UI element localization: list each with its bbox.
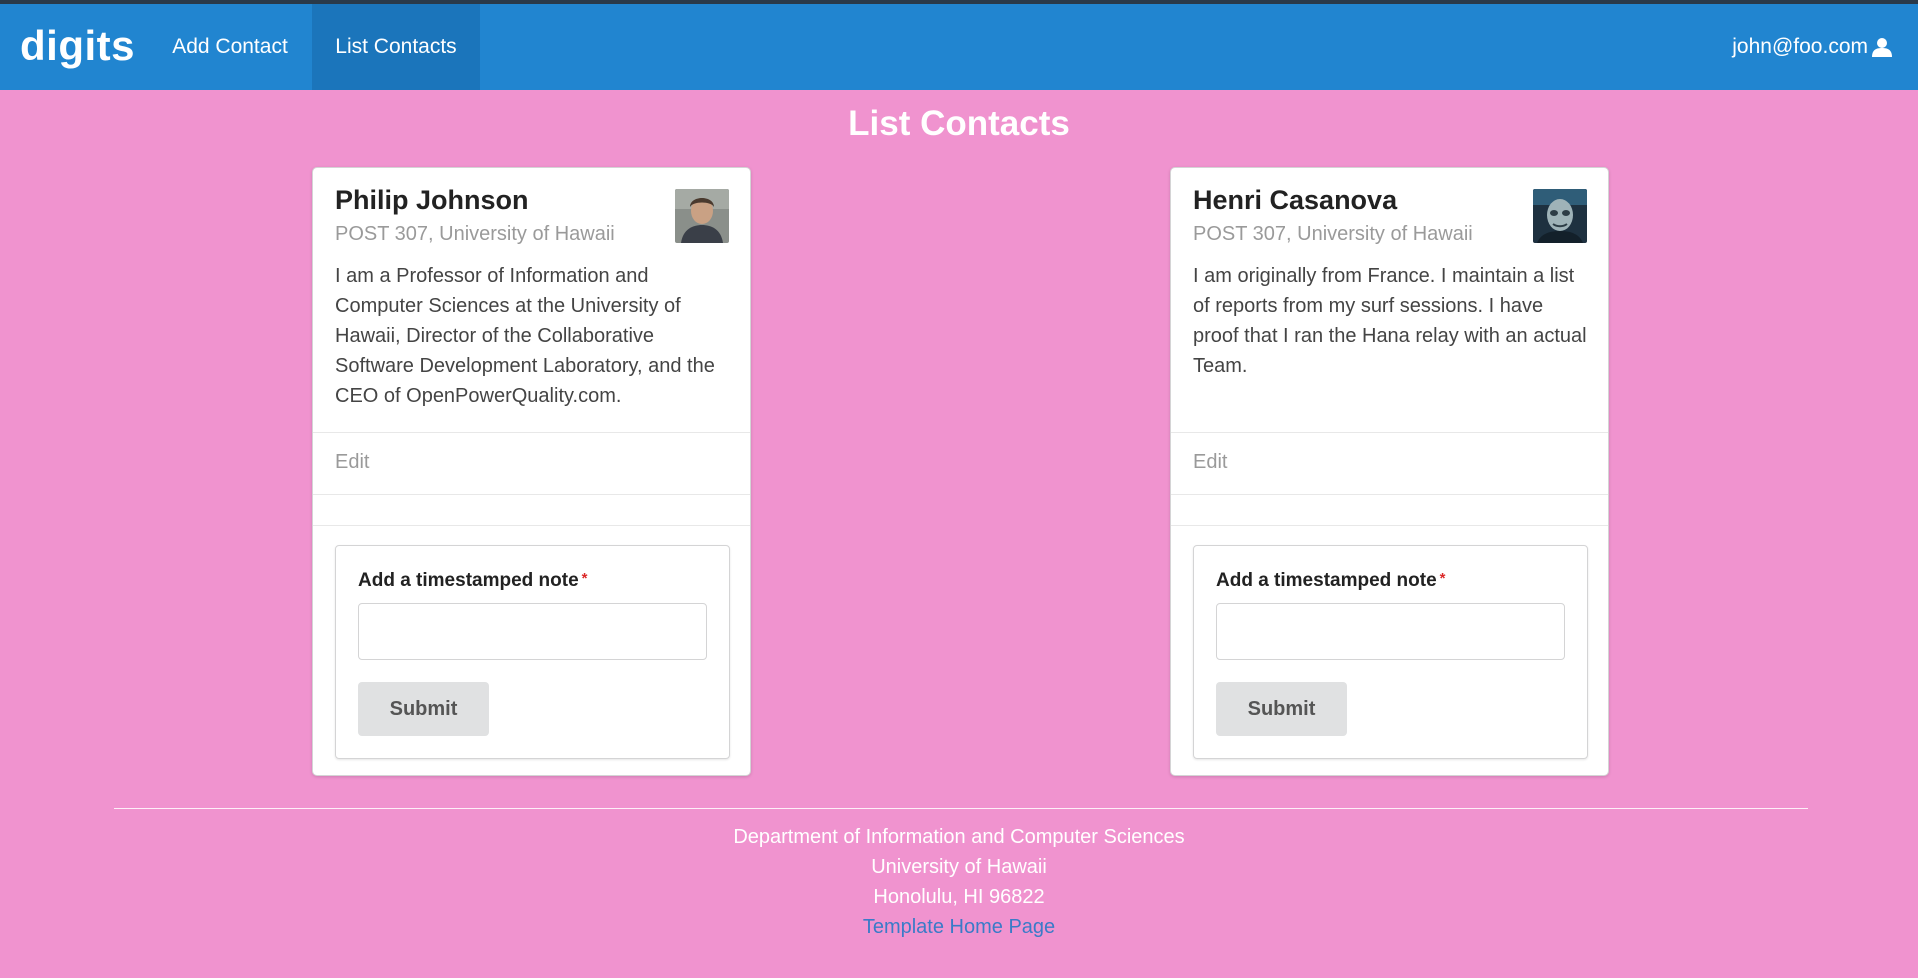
contact-name: Henri Casanova: [1193, 185, 1398, 215]
note-label: Add a timestamped note *: [358, 570, 588, 591]
divider: [1171, 525, 1608, 526]
template-home-link[interactable]: Template Home Page: [0, 912, 1918, 942]
contact-description: I am originally from France. I maintain …: [1193, 265, 1587, 377]
required-mark: *: [581, 570, 588, 587]
page-title: List Contacts: [848, 104, 1070, 143]
footer-line-address: Honolulu, HI 96822: [873, 886, 1045, 908]
divider: [313, 525, 750, 526]
divider: [313, 494, 750, 495]
user-menu[interactable]: john@foo.com: [1732, 4, 1892, 90]
contact-address: POST 307, University of Hawaii: [1193, 223, 1473, 245]
user-icon: [1872, 38, 1892, 57]
contact-name: Philip Johnson: [335, 185, 529, 215]
divider: [1171, 494, 1608, 495]
note-input[interactable]: [1216, 603, 1565, 660]
top-navbar: digits Add Contact List Contacts john@fo…: [0, 4, 1918, 90]
footer-line-university: University of Hawaii: [871, 856, 1047, 878]
footer-line-department: Department of Information and Computer S…: [733, 826, 1185, 848]
required-mark: *: [1439, 570, 1446, 587]
footer: Department of Information and Computer S…: [0, 822, 1918, 942]
nav-add-contact[interactable]: Add Contact: [152, 4, 308, 90]
note-form: Add a timestamped note * Submit: [1193, 545, 1588, 759]
contact-card: Philip Johnson POST 307, University of H…: [312, 167, 751, 776]
brand-logo[interactable]: digits: [20, 22, 135, 70]
divider: [1171, 432, 1608, 433]
contact-address: POST 307, University of Hawaii: [335, 223, 615, 245]
divider: [313, 432, 750, 433]
edit-link[interactable]: Edit: [335, 451, 369, 474]
submit-button[interactable]: Submit: [358, 682, 489, 736]
contact-avatar: [1533, 189, 1587, 243]
contact-card: Henri Casanova POST 307, University of H…: [1170, 167, 1609, 776]
footer-divider: [114, 808, 1808, 809]
note-input[interactable]: [358, 603, 707, 660]
note-form: Add a timestamped note * Submit: [335, 545, 730, 759]
user-email: john@foo.com: [1732, 35, 1868, 58]
contact-description: I am a Professor of Information and Comp…: [335, 265, 715, 407]
nav-list-contacts[interactable]: List Contacts: [312, 4, 480, 90]
submit-button[interactable]: Submit: [1216, 682, 1347, 736]
note-label: Add a timestamped note *: [1216, 570, 1446, 591]
contact-avatar: [675, 189, 729, 243]
edit-link[interactable]: Edit: [1193, 451, 1227, 474]
